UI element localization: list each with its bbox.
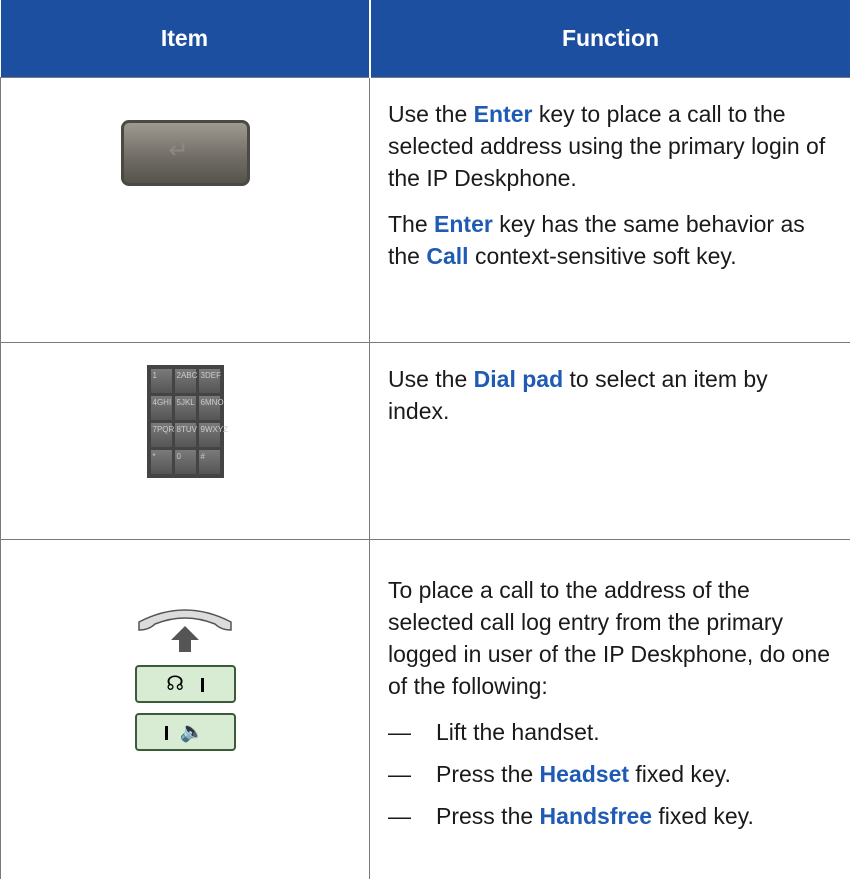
text: Press the <box>436 761 540 787</box>
dial-key: 0 <box>175 450 196 474</box>
keyword-call: Call <box>426 243 468 269</box>
text: Use the <box>388 366 474 392</box>
dial-key: 4GHI <box>151 396 172 420</box>
item-cell: 1 2ABC 3DEF 4GHI 5JKL 6MNO 7PQRS 8TUV 9W… <box>1 343 370 540</box>
dial-key: 2ABC <box>175 369 196 393</box>
headset-key-icon: ☊ <box>135 665 236 703</box>
keyword-enter: Enter <box>434 211 493 237</box>
dial-key: 3DEF <box>199 369 220 393</box>
keyword-handsfree: Handsfree <box>540 803 652 829</box>
keyword-enter: Enter <box>474 101 533 127</box>
list-item: — Press the Handsfree fixed key. <box>388 800 832 832</box>
table-row: ↵ Use the Enter key to place a call to t… <box>1 78 850 343</box>
text: Lift the handset. <box>436 719 600 745</box>
paragraph: Use the Dial pad to select an item by in… <box>388 363 832 427</box>
keyword-dial-pad: Dial pad <box>474 366 563 392</box>
function-cell: Use the Dial pad to select an item by in… <box>370 343 850 540</box>
dial-key: 8TUV <box>175 423 196 447</box>
table-row: ☊ 🔈 To place a call to the address of th… <box>1 540 850 879</box>
dash: — <box>388 716 428 748</box>
handsfree-key-icon: 🔈 <box>135 713 236 751</box>
keyword-headset: Headset <box>540 761 629 787</box>
paragraph: The Enter key has the same behavior as t… <box>388 208 832 272</box>
dial-key: 6MNO <box>199 396 220 420</box>
text: context-sensitive soft key. <box>469 243 737 269</box>
list-item: — Press the Headset fixed key. <box>388 758 832 790</box>
item-cell: ☊ 🔈 <box>1 540 370 879</box>
function-table: Item Function ↵ Use the Enter key to pla… <box>0 0 850 879</box>
enter-key-icon: ↵ <box>121 120 250 186</box>
text: Use the <box>388 101 474 127</box>
paragraph: To place a call to the address of the se… <box>388 574 832 702</box>
text: The <box>388 211 434 237</box>
text: fixed key. <box>652 803 754 829</box>
dial-key: # <box>199 450 220 474</box>
dial-key: 5JKL <box>175 396 196 420</box>
option-list: — Lift the handset. — Press the Headset fi… <box>388 716 832 832</box>
dial-pad-icon: 1 2ABC 3DEF 4GHI 5JKL 6MNO 7PQRS 8TUV 9W… <box>147 365 224 478</box>
table-row: 1 2ABC 3DEF 4GHI 5JKL 6MNO 7PQRS 8TUV 9W… <box>1 343 850 540</box>
column-header-item: Item <box>1 0 370 78</box>
text: fixed key. <box>629 761 731 787</box>
function-cell: Use the Enter key to place a call to the… <box>370 78 850 343</box>
list-item: — Lift the handset. <box>388 716 832 748</box>
dash: — <box>388 800 428 832</box>
dial-key: * <box>151 450 172 474</box>
dial-key: 1 <box>151 369 172 393</box>
dash: — <box>388 758 428 790</box>
item-cell: ↵ <box>1 78 370 343</box>
dial-key: 7PQRS <box>151 423 172 447</box>
text: Press the <box>436 803 540 829</box>
dial-key: 9WXYZ <box>199 423 220 447</box>
function-cell: To place a call to the address of the se… <box>370 540 850 879</box>
handset-icon <box>135 600 235 655</box>
column-header-function: Function <box>370 0 850 78</box>
paragraph: Use the Enter key to place a call to the… <box>388 98 832 194</box>
